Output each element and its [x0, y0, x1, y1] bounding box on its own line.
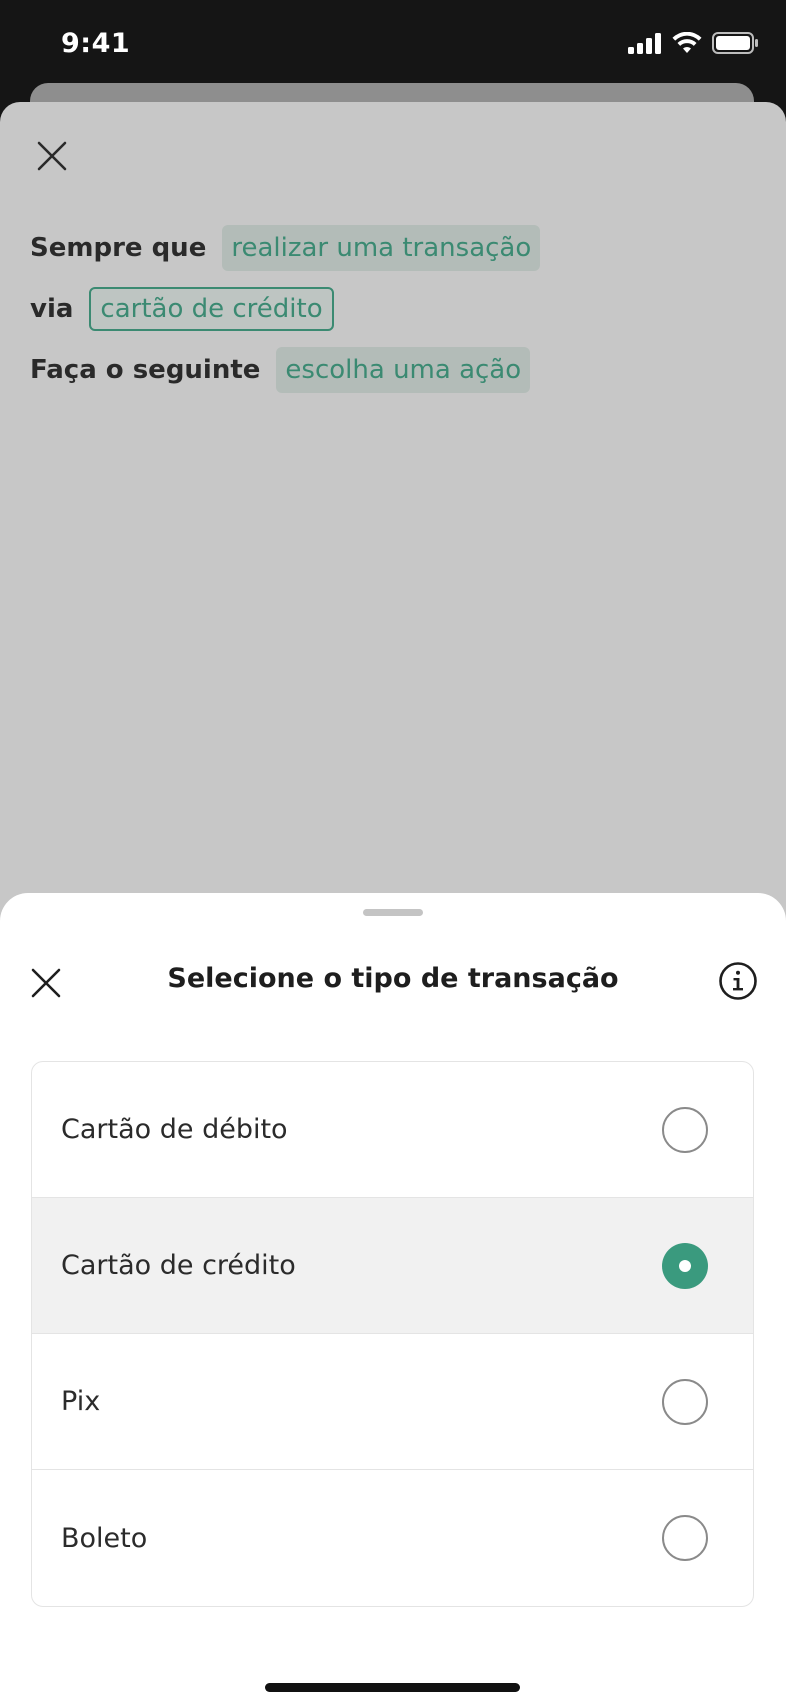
- info-icon[interactable]: [718, 961, 758, 1001]
- wifi-icon: [672, 32, 702, 53]
- option-label: Cartão de crédito: [61, 1250, 296, 1281]
- option-boleto[interactable]: Boleto: [32, 1470, 753, 1606]
- option-label: Pix: [61, 1386, 101, 1417]
- rule-line-channel: via cartão de crédito: [30, 286, 334, 332]
- home-indicator: [265, 1683, 520, 1692]
- radio-button-selected[interactable]: [662, 1242, 708, 1289]
- cellular-signal-icon: [628, 33, 661, 54]
- trigger-chip[interactable]: realizar uma transação: [222, 225, 541, 271]
- rule-line-trigger: Sempre que realizar uma transação: [30, 225, 541, 271]
- action-chip[interactable]: escolha uma ação: [276, 347, 531, 393]
- transaction-type-options: Cartão de débito Cartão de crédito Pix B…: [31, 1061, 754, 1607]
- sheet-title: Selecione o tipo de transação: [167, 963, 619, 994]
- transaction-type-bottom-sheet: Selecione o tipo de transação Cartão de …: [0, 893, 786, 1704]
- status-bar: 9:41: [0, 0, 786, 86]
- option-label: Cartão de débito: [61, 1114, 288, 1145]
- status-icons: [628, 32, 758, 56]
- rule-line-action: Faça o seguinte escolha uma ação: [30, 347, 531, 393]
- channel-chip[interactable]: cartão de crédito: [89, 287, 334, 331]
- rule-label-action: Faça o seguinte: [30, 355, 261, 385]
- radio-button[interactable]: [662, 1378, 708, 1425]
- option-credit-card[interactable]: Cartão de crédito: [32, 1198, 753, 1334]
- option-debit-card[interactable]: Cartão de débito: [32, 1062, 753, 1198]
- rule-label-trigger: Sempre que: [30, 233, 207, 263]
- rule-label-channel: via: [30, 294, 74, 324]
- battery-icon: [712, 32, 758, 54]
- status-time: 9:41: [61, 28, 131, 59]
- option-label: Boleto: [61, 1522, 148, 1554]
- sheet-grabber[interactable]: [363, 909, 423, 916]
- radio-button[interactable]: [662, 1106, 708, 1153]
- option-pix[interactable]: Pix: [32, 1334, 753, 1470]
- radio-button[interactable]: [662, 1515, 708, 1561]
- close-icon[interactable]: [34, 138, 70, 174]
